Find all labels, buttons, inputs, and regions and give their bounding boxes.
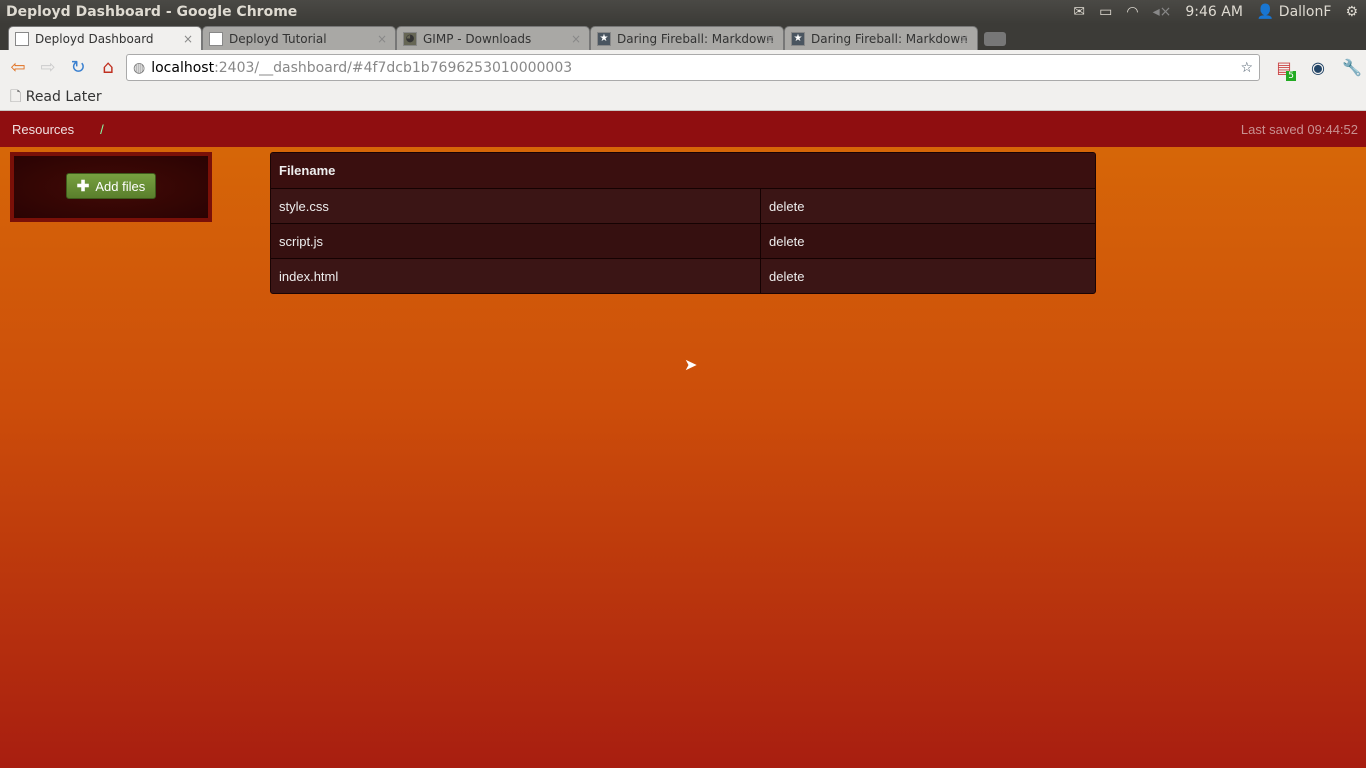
browser-toolbar: ⇦ ⇨ ↻ ⌂ ◍ localhost:2403/__dashboard/#4f… [0,50,1366,85]
bookmark-label: Read Later [25,88,102,105]
table-row: script.js delete [271,223,1095,258]
url-path: :2403/__dashboard/#4f7dcb1b7696253010000… [214,59,573,76]
page-icon [15,31,29,46]
close-icon[interactable]: × [183,32,193,46]
app-navbar: Resources / Last saved 09:44:52 [0,111,1366,147]
clock[interactable]: 9:46 AM [1185,4,1243,20]
delete-link[interactable]: delete [761,189,1095,223]
window-titlebar: Deployd Dashboard - Google Chrome ✉ ▭ ◠ … [0,0,1366,24]
gimp-icon: ◕ [403,31,417,46]
filename-cell: script.js [271,224,761,258]
close-icon[interactable]: × [765,32,775,46]
tab-label: Deployd Tutorial [229,31,327,46]
extension-badge: 5 [1286,71,1296,81]
power-icon[interactable]: ⚙ [1345,4,1358,20]
volume-muted-icon[interactable]: ◂× [1153,4,1172,20]
back-icon[interactable]: ⇦ [6,56,30,80]
wifi-icon[interactable]: ◠ [1126,4,1138,20]
window-title: Deployd Dashboard - Google Chrome [6,4,298,20]
tab-label: Daring Fireball: Markdown [811,31,968,46]
battery-icon[interactable]: ▭ [1099,4,1112,20]
close-icon[interactable]: × [959,32,969,46]
delete-link[interactable]: delete [761,224,1095,258]
add-files-button[interactable]: ✚ Add files [66,173,156,199]
star-icon: ★ [791,31,805,46]
filename-cell: index.html [271,259,761,293]
files-table: Filename style.css delete script.js delete… [270,152,1096,294]
page-content: Resources / Last saved 09:44:52 ✚ Add fil… [0,111,1366,768]
tab-label: GIMP - Downloads [423,31,532,46]
wrench-icon[interactable]: 🔧 [1338,58,1366,77]
system-tray: ✉ ▭ ◠ ◂× 9:46 AM 👤 DallonF ⚙ [1073,0,1358,24]
breadcrumb-separator: / [100,121,104,137]
table-row: index.html delete [271,258,1095,293]
plus-icon: ✚ [76,178,90,195]
tab-strip: Deployd Dashboard × Deployd Tutorial × ◕ GI… [0,24,1366,50]
home-icon[interactable]: ⌂ [96,56,120,80]
forward-icon[interactable]: ⇨ [36,56,60,80]
close-icon[interactable]: × [377,32,387,46]
url-host: localhost [151,59,215,76]
nav-resources-link[interactable]: Resources [12,122,74,137]
user-menu[interactable]: 👤 DallonF [1257,4,1332,20]
add-files-label: Add files [95,178,146,194]
tab-daring-fireball-2[interactable]: ★ Daring Fireball: Markdown × [784,26,978,50]
tab-label: Daring Fireball: Markdown [617,31,774,46]
column-header-filename: Filename [279,163,336,178]
delete-link[interactable]: delete [761,259,1095,293]
tab-daring-fireball-1[interactable]: ★ Daring Fireball: Markdown × [590,26,784,50]
user-name: DallonF [1278,4,1332,20]
tab-gimp-downloads[interactable]: ◕ GIMP - Downloads × [396,26,590,50]
last-saved-status: Last saved 09:44:52 [1240,121,1358,137]
bookmark-read-later[interactable]: 🗋 Read Later [10,86,102,110]
filename-cell: style.css [271,189,761,223]
bookmark-star-icon[interactable]: ☆ [1240,60,1253,76]
upload-panel: ✚ Add files [10,152,212,222]
star-icon: ★ [597,31,611,46]
tab-deployd-dashboard[interactable]: Deployd Dashboard × [8,26,202,50]
address-bar[interactable]: ◍ localhost:2403/__dashboard/#4f7dcb1b76… [126,54,1260,81]
bookmarks-bar: 🗋 Read Later [0,85,1366,111]
table-row: style.css delete [271,188,1095,223]
mouse-cursor-icon: ➤ [684,355,698,374]
mail-icon[interactable]: ✉ [1073,4,1085,20]
close-icon[interactable]: × [571,32,581,46]
table-header: Filename [271,153,1095,188]
new-tab-button[interactable] [984,32,1006,46]
page-icon [209,31,223,46]
reload-icon[interactable]: ↻ [66,56,90,80]
extension-icon[interactable]: ▤ 5 [1270,58,1298,81]
globe-icon: ◍ [133,59,146,76]
globe-extension-icon[interactable]: ◉ [1304,58,1332,77]
tab-label: Deployd Dashboard [35,31,154,46]
page-icon: 🗋 [10,88,22,105]
tab-deployd-tutorial[interactable]: Deployd Tutorial × [202,26,396,50]
